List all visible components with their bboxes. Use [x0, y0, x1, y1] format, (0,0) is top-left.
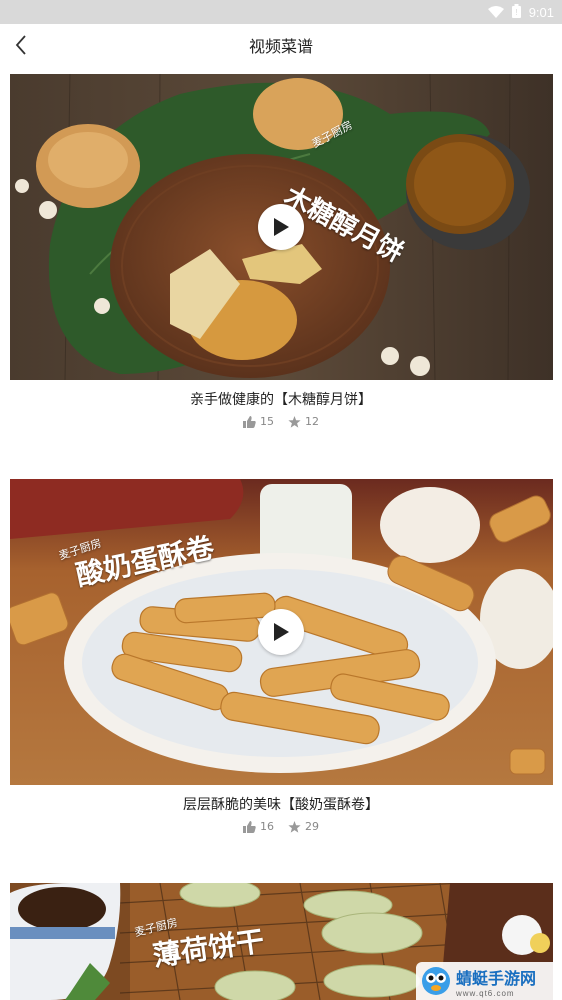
chevron-left-icon: [15, 35, 26, 55]
recipe-stats: 15 12: [0, 415, 562, 428]
like-count: 15: [260, 415, 274, 428]
recipe-card[interactable]: 麦子厨房 酸奶蛋酥卷 层层酥脆的美味【酸奶蛋酥卷】 16 29: [0, 479, 562, 859]
svg-text:!: !: [515, 8, 517, 17]
wifi-icon: [487, 3, 504, 22]
favorite-stat[interactable]: 29: [288, 820, 319, 833]
like-stat[interactable]: 16: [243, 820, 274, 833]
watermark-url: www.qt6.com: [456, 988, 515, 998]
star-icon: [288, 415, 301, 428]
favorite-count: 29: [305, 820, 319, 833]
recipe-stats: 16 29: [0, 820, 562, 833]
thumbs-up-icon: [243, 820, 256, 833]
status-bar: ! 9:01: [0, 0, 562, 24]
recipe-caption[interactable]: 层层酥脆的美味【酸奶蛋酥卷】: [0, 794, 562, 814]
play-icon: [274, 623, 289, 641]
watermark-text: 蜻蜓手游网: [456, 968, 537, 988]
like-count: 16: [260, 820, 274, 833]
thumbs-up-icon: [243, 415, 256, 428]
dragonfly-mascot-icon: [422, 967, 450, 995]
favorite-stat[interactable]: 12: [288, 415, 319, 428]
play-button[interactable]: [258, 204, 304, 250]
page-title: 视频菜谱: [248, 37, 313, 56]
favorite-count: 12: [305, 415, 319, 428]
play-button[interactable]: [258, 609, 304, 655]
recipe-card[interactable]: 麦子厨房 木糖醇月饼 亲手做健康的【木糖醇月饼】 15 12: [0, 74, 562, 454]
battery-icon: !: [511, 3, 521, 22]
video-thumbnail[interactable]: 麦子厨房 酸奶蛋酥卷: [10, 479, 553, 785]
play-icon: [274, 218, 289, 236]
star-icon: [288, 820, 301, 833]
back-button[interactable]: [6, 30, 36, 60]
recipe-caption[interactable]: 亲手做健康的【木糖醇月饼】: [0, 389, 562, 409]
status-time: 9:01: [528, 4, 554, 20]
video-thumbnail[interactable]: 麦子厨房 木糖醇月饼: [10, 74, 553, 380]
watermark-logo: 蜻蜓手游网 www.qt6.com: [416, 962, 562, 1000]
like-stat[interactable]: 15: [243, 415, 274, 428]
app-header: 视频菜谱: [0, 24, 562, 66]
